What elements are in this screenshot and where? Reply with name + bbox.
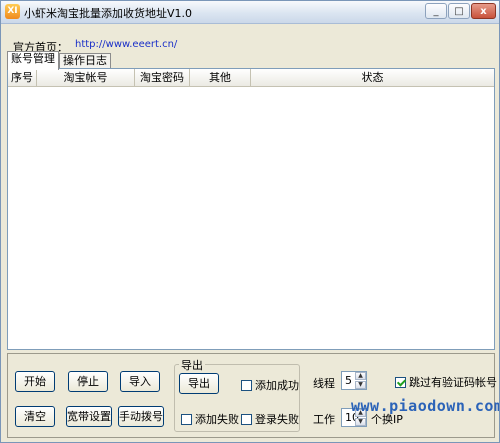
column-header-account[interactable]: 淘宝帐号 [37, 69, 135, 86]
export-button[interactable]: 导出 [179, 373, 219, 394]
add-success-label: 添加成功 [255, 379, 299, 392]
skip-captcha-label: 跳过有验证码帐号 [409, 376, 497, 389]
add-fail-checkbox[interactable]: 添加失败 [181, 411, 239, 427]
manual-dial-button[interactable]: 手动拨号 [118, 406, 164, 427]
login-fail-label: 登录失败 [255, 413, 299, 426]
export-group: 导出 导出 添加成功 添加失败 登录失败 [174, 357, 300, 432]
add-fail-box[interactable] [181, 414, 192, 425]
minimize-button[interactable]: _ [425, 3, 447, 19]
threads-spin-buttons: ▲ ▼ [355, 372, 366, 389]
stop-button[interactable]: 停止 [68, 371, 108, 392]
login-fail-box[interactable] [241, 414, 252, 425]
column-header-index[interactable]: 序号 [8, 69, 37, 86]
table-header: 序号 淘宝帐号 淘宝密码 其他 状态 [8, 69, 494, 87]
app-icon: XI [5, 4, 20, 19]
site-watermark: www.piaodown.com [351, 397, 500, 415]
threads-up-arrow-icon[interactable]: ▲ [355, 372, 366, 380]
homepage-link[interactable]: http://www.eeert.cn/ [75, 39, 177, 50]
work-label: 工作 [313, 413, 335, 426]
threads-down-arrow-icon[interactable]: ▼ [355, 381, 366, 389]
title-bar[interactable]: XI 小虾米淘宝批量添加收货地址V1.0 _ □ x [1, 1, 499, 24]
account-table[interactable]: 序号 淘宝帐号 淘宝密码 其他 状态 [7, 68, 495, 350]
broadband-settings-button[interactable]: 宽带设置 [66, 406, 112, 427]
threads-value[interactable]: 5 [345, 374, 352, 387]
maximize-button[interactable]: □ [448, 3, 470, 19]
export-group-title: 导出 [179, 357, 205, 373]
column-header-status[interactable]: 状态 [251, 69, 494, 86]
close-button[interactable]: x [471, 3, 496, 19]
column-header-other[interactable]: 其他 [190, 69, 251, 86]
window-title: 小虾米淘宝批量添加收货地址V1.0 [24, 7, 193, 20]
add-success-box[interactable] [241, 380, 252, 391]
add-success-checkbox[interactable]: 添加成功 [241, 377, 299, 393]
clear-button[interactable]: 清空 [15, 406, 55, 427]
add-fail-label: 添加失败 [195, 413, 239, 426]
import-button[interactable]: 导入 [120, 371, 160, 392]
threads-label: 线程 [313, 377, 335, 390]
tab-account-management[interactable]: 账号管理 [7, 51, 59, 70]
login-fail-checkbox[interactable]: 登录失败 [241, 411, 299, 427]
work-down-arrow-icon[interactable]: ▼ [355, 418, 366, 426]
app-window: XI 小虾米淘宝批量添加收货地址V1.0 _ □ x 官方首页： http://… [0, 0, 500, 443]
threads-spinner[interactable]: 5 ▲ ▼ [341, 371, 367, 390]
start-button[interactable]: 开始 [15, 371, 55, 392]
skip-captcha-checkbox[interactable]: 跳过有验证码帐号 [395, 374, 497, 390]
skip-captcha-box[interactable] [395, 377, 406, 388]
column-header-password[interactable]: 淘宝密码 [135, 69, 190, 86]
tab-operation-log[interactable]: 操作日志 [59, 53, 111, 69]
table-body[interactable] [8, 87, 494, 349]
control-panel: 开始 停止 导入 清空 宽带设置 手动拨号 导出 导出 添加成功 添加失败 登录… [7, 353, 497, 438]
